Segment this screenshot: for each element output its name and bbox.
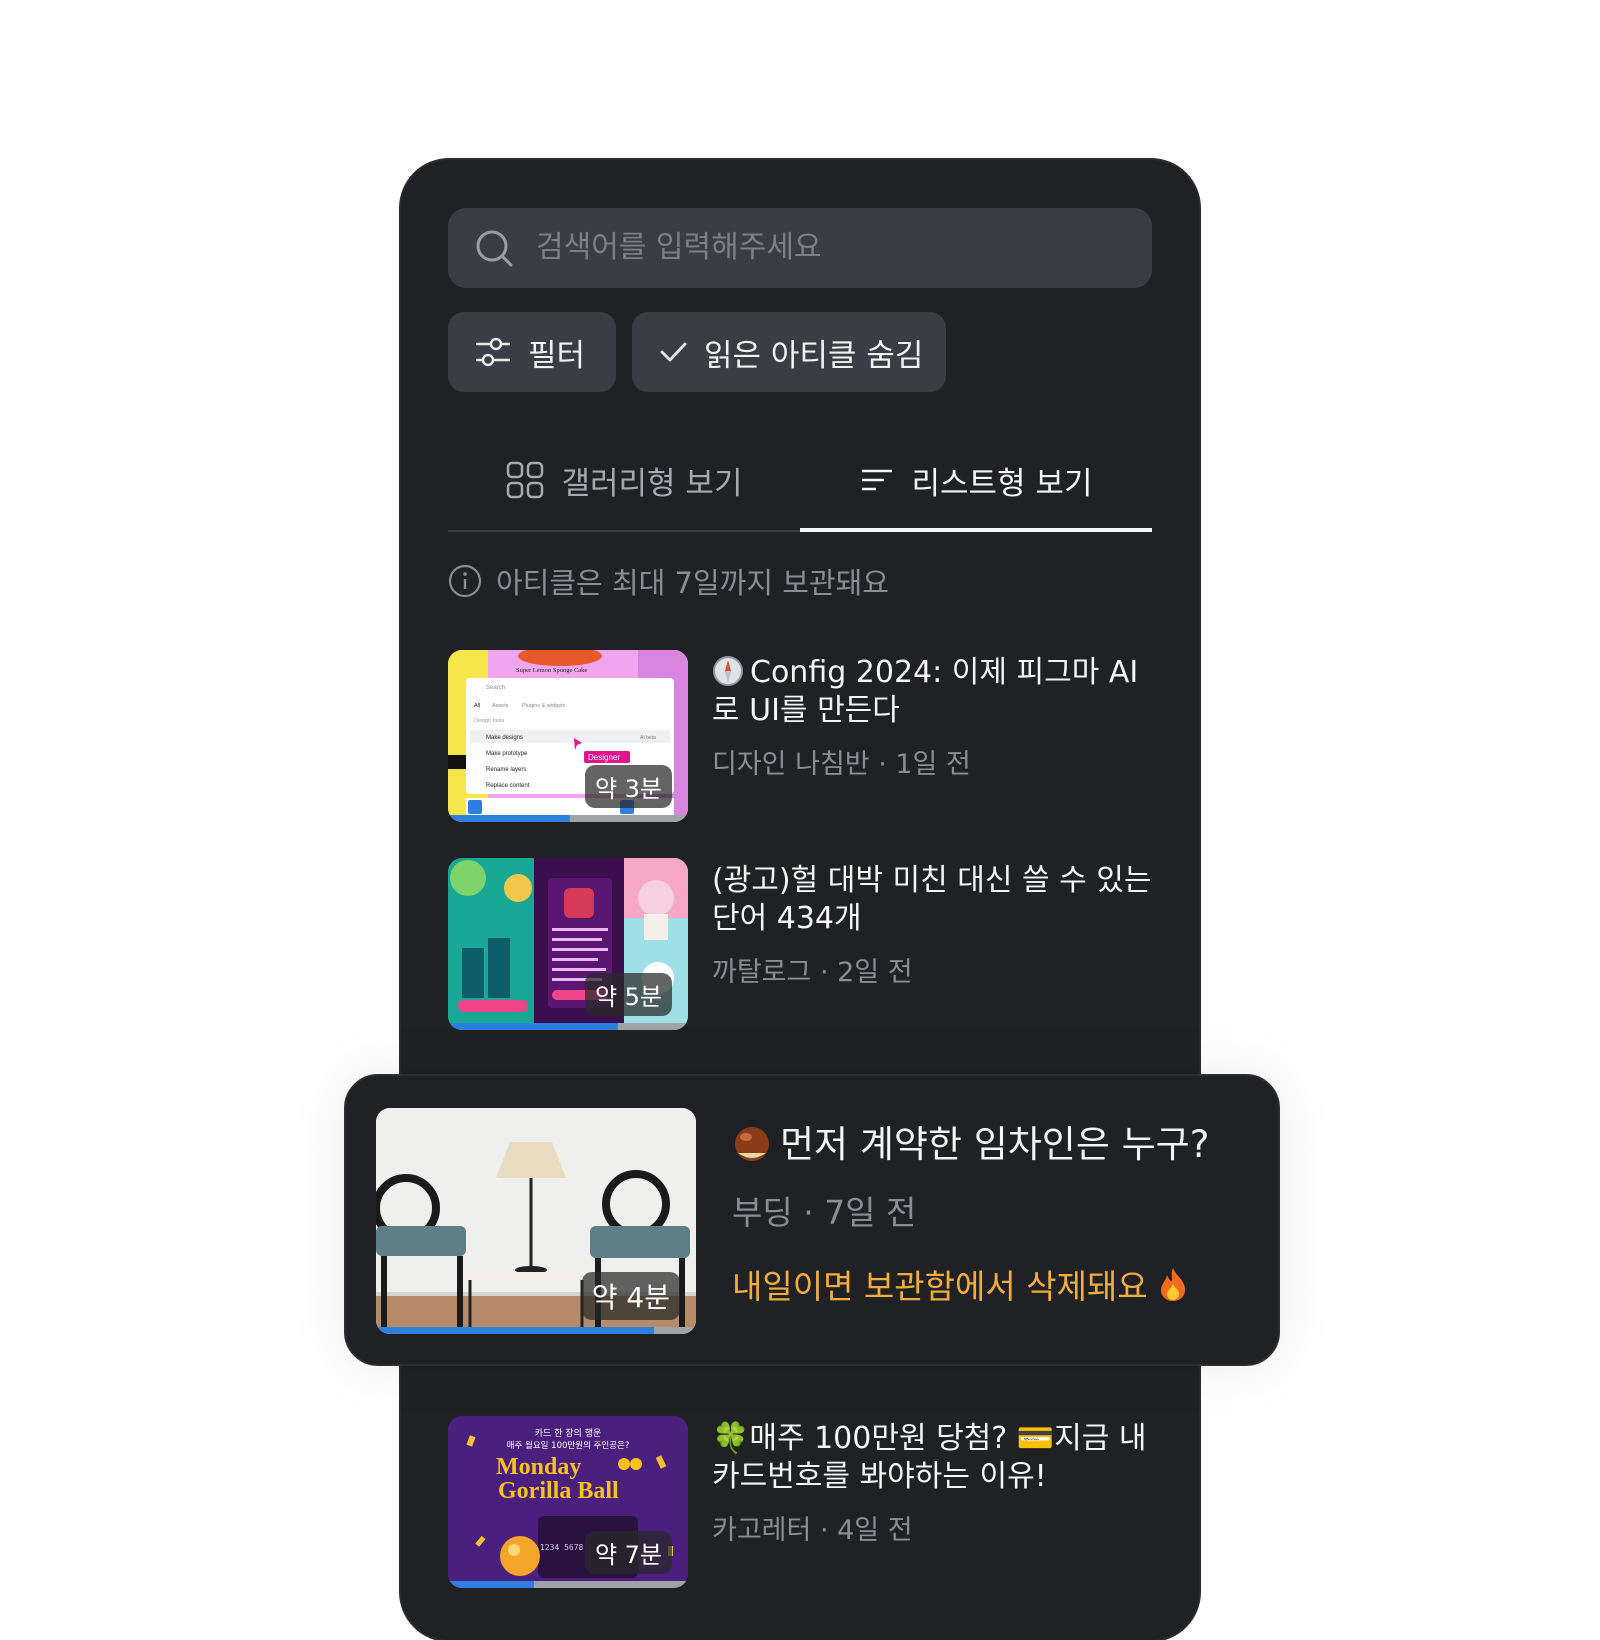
thumb-all: All (474, 703, 480, 709)
filter-label: 필터 (528, 337, 586, 374)
compass-icon (713, 656, 743, 686)
thumb-make-designs: Make designs (486, 735, 523, 741)
list-icon (861, 469, 892, 491)
thumb-gorilla-line1: 카드 한 장의 행운 (535, 1427, 602, 1439)
reading-time-badge: 약 4분 (581, 1272, 680, 1320)
thumb-make-prototype: Make prototype (486, 751, 528, 757)
expiry-warning-text: 내일이면 보관함에서 삭제돼요 (732, 1267, 1148, 1306)
search-icon (476, 230, 513, 267)
thumb-design-tools: Design tools (474, 718, 505, 724)
search-placeholder: 검색어를 입력해주세요 (536, 230, 822, 265)
thumb-replace-content: Replace content (486, 783, 530, 789)
article-thumbnail: 약 5분 (448, 858, 688, 1030)
search-bar[interactable]: 검색어를 입력해주세요 (448, 208, 1152, 288)
article-thumbnail: 카드 한 장의 행운 매주 월요일 100만원의 주인공은? Monday Go… (448, 1416, 688, 1588)
expiry-warning: 내일이면 보관함에서 삭제돼요 (732, 1260, 1252, 1308)
view-tabs: 갤러리형 보기 리스트형 보기 (448, 432, 1152, 532)
tab-list-label: 리스트형 보기 (911, 465, 1093, 502)
tab-gallery-label: 갤러리형 보기 (561, 465, 743, 502)
chestnut-icon (735, 1127, 769, 1161)
grid-icon (506, 461, 543, 499)
thumb-gorilla-monday: Monday (496, 1454, 581, 1480)
thumb-assets: Assets (492, 703, 509, 709)
reading-time-badge: 약 5분 (584, 973, 672, 1016)
filter-button[interactable]: 필터 (448, 312, 616, 392)
notice-text: 아티클은 최대 7일까지 보관돼요 (496, 566, 889, 600)
thumb-cake-title: Super Lemon Sponge Cake (516, 667, 587, 674)
fire-icon (1161, 1268, 1186, 1301)
reading-time-badge: 약 7분 (584, 1531, 672, 1574)
article-title-text: Config 2024: 이제 피그마 AI로 UI를 만든다 (712, 655, 1139, 728)
check-icon (660, 342, 687, 362)
article-meta: 카고레터 · 4일 전 (712, 1515, 913, 1546)
thumb-gorilla-ball: Gorilla Ball (498, 1478, 619, 1504)
sliders-icon (476, 337, 510, 367)
read-progress-fill (376, 1327, 655, 1334)
article-info: 먼저 계약한 임차인은 누구? 부딩 · 7일 전 내일이면 보관함에서 삭제돼… (732, 1122, 1252, 1308)
read-progress-fill (448, 815, 571, 822)
article-title-text: 먼저 계약한 임차인은 누구? (780, 1123, 1210, 1166)
article-info: Config 2024: 이제 피그마 AI로 UI를 만든다 디자인 나침반 … (712, 654, 1152, 781)
thumb-gorilla-line2: 매주 월요일 100만원의 주인공은? (507, 1440, 630, 1451)
article-title[interactable]: Config 2024: 이제 피그마 AI로 UI를 만든다 (712, 654, 1152, 730)
article-title[interactable]: (광고)헐 대박 미친 대신 쓸 수 있는 단어 434개 (712, 862, 1152, 938)
read-progress-fill (448, 1581, 535, 1588)
tab-gallery[interactable]: 갤러리형 보기 (448, 432, 800, 528)
article-info: 🍀매주 100만원 당첨? 💳지금 내 카드번호를 봐야하는 이유! 카고레터 … (712, 1420, 1152, 1547)
read-progress-fill (448, 1023, 619, 1030)
thumb-ai-beta: AI beta (640, 735, 656, 741)
tab-active-indicator (800, 528, 1152, 532)
article-info: (광고)헐 대박 미친 대신 쓸 수 있는 단어 434개 까탈로그 · 2일 … (712, 862, 1152, 989)
thumb-designer-tag: Designer (588, 753, 620, 762)
expiring-article-card[interactable]: 약 4분 먼저 계약한 임차인은 누구? 부딩 · 7일 전 내일이면 보관함에… (344, 1074, 1280, 1366)
thumb-search: Search (486, 685, 505, 691)
article-meta: 디자인 나침반 · 1일 전 (712, 749, 971, 780)
retention-notice: 아티클은 최대 7일까지 보관돼요 (448, 560, 889, 602)
thumb-rename-layers: Rename layers (486, 767, 526, 773)
phone-frame: 검색어를 입력해주세요 필터 읽은 아티클 숨김 갤러리형 보기 리스트형 보기… (401, 160, 1199, 1640)
article-meta: 까탈로그 · 2일 전 (712, 957, 913, 988)
thumb-card-number: 1234 5678 (540, 1543, 584, 1552)
article-thumbnail: 약 4분 (376, 1108, 696, 1334)
article-meta: 부딩 · 7일 전 (732, 1193, 917, 1232)
tab-list[interactable]: 리스트형 보기 (800, 432, 1152, 528)
info-icon (448, 564, 482, 598)
article-title[interactable]: 🍀매주 100만원 당첨? 💳지금 내 카드번호를 봐야하는 이유! (712, 1420, 1152, 1496)
article-thumbnail: Super Lemon Sponge Cake Search All Asset… (448, 650, 688, 822)
hide-read-toggle[interactable]: 읽은 아티클 숨김 (632, 312, 946, 392)
thumb-plugins: Plugins & widgets (522, 703, 566, 709)
reading-time-badge: 약 3분 (584, 765, 672, 808)
hide-read-label: 읽은 아티클 숨김 (704, 337, 924, 374)
article-title[interactable]: 먼저 계약한 임차인은 누구? (732, 1122, 1252, 1168)
